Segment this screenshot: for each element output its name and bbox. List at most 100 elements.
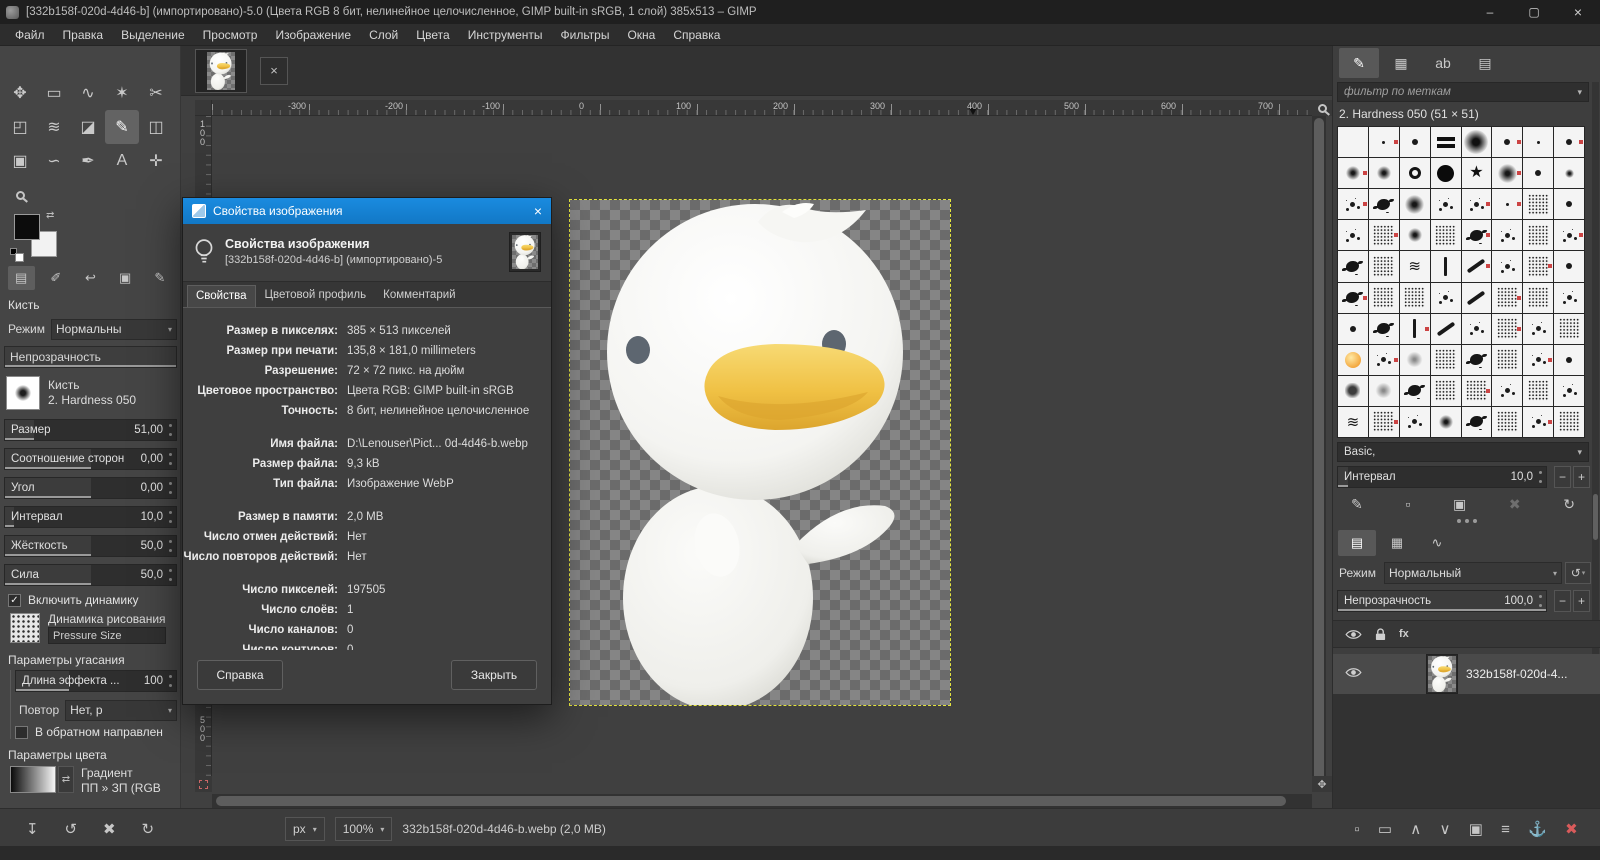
brush-cell[interactable] bbox=[1431, 189, 1461, 219]
brush-cell[interactable] bbox=[1369, 251, 1399, 281]
text-tool[interactable]: A bbox=[105, 144, 139, 178]
layer-opacity-slider[interactable]: Непрозрачность 100,0 bbox=[1337, 590, 1547, 612]
brush-cell[interactable] bbox=[1338, 251, 1368, 281]
brush-cell[interactable] bbox=[1462, 314, 1492, 344]
save-tool-options-icon[interactable]: ↧ bbox=[26, 820, 39, 838]
opacity-slider[interactable]: Непрозрачность bbox=[4, 346, 177, 368]
brush-cell[interactable] bbox=[1431, 251, 1461, 281]
delete-brush-icon[interactable]: ✖ bbox=[1509, 496, 1521, 513]
dynamics-selector[interactable]: Динамика рисования Pressure Size bbox=[10, 611, 175, 644]
tab-document-history[interactable]: ▤ bbox=[1465, 48, 1505, 78]
tab-brushes[interactable]: ✎ bbox=[1339, 48, 1379, 78]
close-dialog-button[interactable]: Закрыть bbox=[451, 660, 537, 690]
swap-colors-icon[interactable]: ⇄ bbox=[46, 210, 54, 221]
brush-cell[interactable] bbox=[1338, 376, 1368, 406]
brush-tag-input[interactable]: Basic, ▾ bbox=[1337, 442, 1589, 462]
effects-column-icon[interactable]: fx bbox=[1399, 628, 1409, 640]
panel-scroll-thumb[interactable] bbox=[1593, 494, 1598, 540]
tab-layers[interactable]: ▤ bbox=[1338, 530, 1376, 556]
brush-cell[interactable] bbox=[1400, 220, 1430, 250]
color-selector[interactable]: ⇄ bbox=[10, 212, 74, 266]
brush-cell[interactable] bbox=[1400, 251, 1430, 281]
menu-item[interactable]: Выделение bbox=[112, 25, 194, 45]
tool-option-slider[interactable]: Размер51,00 bbox=[4, 419, 177, 441]
brush-cell[interactable] bbox=[1400, 314, 1430, 344]
fuzzy-select-tool[interactable]: ✶ bbox=[105, 76, 139, 110]
brush-cell[interactable] bbox=[1400, 407, 1430, 437]
image-tab[interactable] bbox=[195, 49, 247, 93]
brush-cell[interactable] bbox=[1400, 158, 1430, 188]
tab-device-status[interactable]: ✐ bbox=[42, 266, 69, 290]
refresh-brushes-icon[interactable]: ↻ bbox=[1563, 496, 1575, 513]
horizontal-ruler[interactable]: -300-200-1000100200300400500600700 bbox=[212, 100, 1312, 116]
horizontal-scroll-thumb[interactable] bbox=[216, 796, 1286, 806]
brush-cell[interactable] bbox=[1492, 314, 1522, 344]
brush-cell[interactable] bbox=[1523, 251, 1553, 281]
spacing-increase-button[interactable]: + bbox=[1573, 466, 1590, 488]
bucket-fill-tool[interactable]: ◪ bbox=[71, 110, 105, 144]
color-picker-tool[interactable]: ✛ bbox=[139, 144, 173, 178]
tab-undo-history[interactable]: ↩ bbox=[77, 266, 104, 290]
brush-cell[interactable] bbox=[1431, 407, 1461, 437]
duplicate-layer-icon[interactable]: ▣ bbox=[1469, 820, 1483, 838]
empty-image-tab[interactable]: × bbox=[260, 57, 288, 85]
tab-brushes-dock[interactable]: ✎ bbox=[146, 266, 173, 290]
ruler-origin-box[interactable] bbox=[195, 100, 212, 116]
dynamics-checkbox[interactable] bbox=[8, 594, 21, 607]
brush-cell[interactable] bbox=[1462, 158, 1492, 188]
tool-option-slider[interactable]: Соотношение сторон0,00 bbox=[4, 448, 177, 470]
brush-cell[interactable] bbox=[1492, 345, 1522, 375]
reverse-checkbox-row[interactable]: В обратном направлен bbox=[15, 725, 173, 739]
brush-cell[interactable] bbox=[1369, 345, 1399, 375]
horizontal-scrollbar[interactable] bbox=[212, 794, 1312, 808]
brush-cell[interactable] bbox=[1492, 127, 1522, 157]
brush-cell[interactable] bbox=[1369, 189, 1399, 219]
menu-item[interactable]: Правка bbox=[54, 25, 113, 45]
brush-cell[interactable] bbox=[1369, 376, 1399, 406]
menu-item[interactable]: Окна bbox=[618, 25, 664, 45]
tab-paths[interactable]: ∿ bbox=[1418, 530, 1456, 556]
new-brush-icon[interactable]: ▫ bbox=[1405, 496, 1410, 512]
repeat-select[interactable]: Нет, р ▾ bbox=[65, 700, 177, 721]
brush-cell[interactable] bbox=[1554, 189, 1584, 219]
menu-item[interactable]: Инструменты bbox=[459, 25, 552, 45]
close-button[interactable]: × bbox=[1556, 0, 1600, 24]
mode-select[interactable]: Нормальны ▾ bbox=[51, 319, 177, 340]
anchor-layer-icon[interactable]: ⚓ bbox=[1528, 820, 1547, 838]
brush-cell[interactable] bbox=[1462, 220, 1492, 250]
zoom-tool[interactable] bbox=[3, 178, 37, 212]
brush-cell[interactable] bbox=[1462, 251, 1492, 281]
eraser-tool[interactable]: ◫ bbox=[139, 110, 173, 144]
dialog-tab[interactable]: Цветовой профиль bbox=[257, 285, 375, 307]
menu-item[interactable]: Фильтры bbox=[552, 25, 619, 45]
brush-cell[interactable] bbox=[1492, 283, 1522, 313]
spacing-decrease-button[interactable]: − bbox=[1554, 466, 1571, 488]
brush-cell[interactable] bbox=[1431, 314, 1461, 344]
brush-cell[interactable] bbox=[1431, 220, 1461, 250]
brush-cell[interactable] bbox=[1492, 376, 1522, 406]
crop-tool[interactable]: ✂ bbox=[139, 76, 173, 110]
dynamics-value[interactable]: Pressure Size bbox=[48, 627, 166, 644]
edit-brush-icon[interactable]: ✎ bbox=[1351, 496, 1363, 513]
brush-cell[interactable] bbox=[1400, 189, 1430, 219]
free-select-tool[interactable]: ∿ bbox=[71, 76, 105, 110]
new-layer-group-icon[interactable]: ▭ bbox=[1378, 820, 1392, 838]
layer-mode-select[interactable]: Нормальный ▾ bbox=[1384, 562, 1562, 584]
brush-cell[interactable] bbox=[1523, 407, 1553, 437]
smudge-tool[interactable]: ∽ bbox=[37, 144, 71, 178]
brush-cell[interactable] bbox=[1554, 345, 1584, 375]
brush-cell[interactable] bbox=[1462, 189, 1492, 219]
brush-cell[interactable] bbox=[1492, 220, 1522, 250]
brush-cell[interactable] bbox=[1554, 376, 1584, 406]
duplicate-brush-icon[interactable]: ▣ bbox=[1453, 496, 1466, 513]
brush-cell[interactable] bbox=[1400, 376, 1430, 406]
brush-spacing-slider[interactable]: Интервал 10,0 bbox=[1337, 466, 1547, 488]
zoom-select[interactable]: 100% ▾ bbox=[335, 817, 393, 841]
brush-cell[interactable] bbox=[1338, 220, 1368, 250]
brush-cell[interactable] bbox=[1462, 127, 1492, 157]
lower-layer-icon[interactable]: ∨ bbox=[1440, 820, 1451, 838]
vertical-scrollbar[interactable] bbox=[1312, 116, 1326, 792]
brush-cell[interactable] bbox=[1369, 283, 1399, 313]
move-tool[interactable]: ✥ bbox=[3, 76, 37, 110]
dynamics-checkbox-row[interactable]: Включить динамику bbox=[8, 593, 173, 607]
